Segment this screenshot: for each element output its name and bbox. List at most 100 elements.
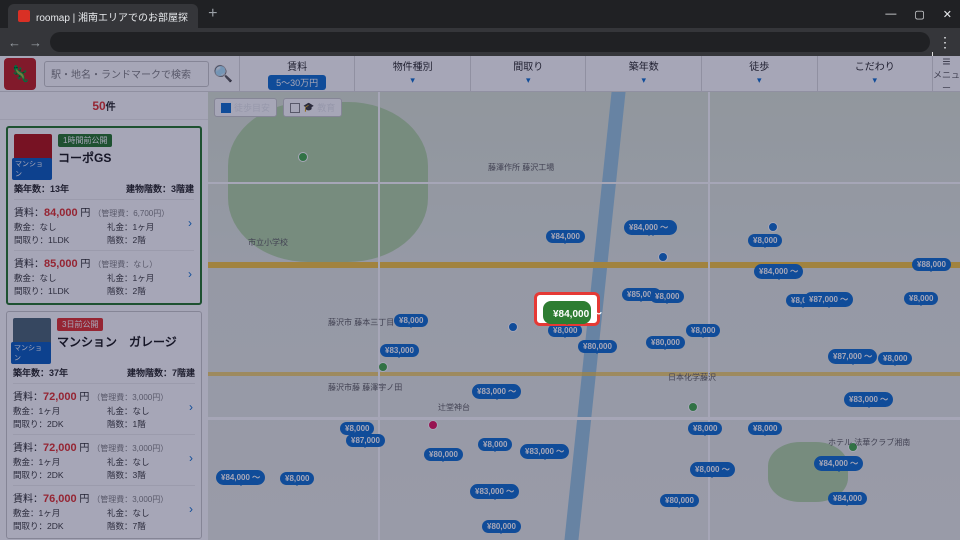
price-pin[interactable]: ¥83,000 ～ (520, 444, 569, 459)
price-pin[interactable]: ¥80,000 (578, 340, 617, 353)
unit-row[interactable]: 賃料：72,000 円 （管理費：3,000円）敷金：1ヶ月礼金：なし間取り：2… (13, 383, 195, 430)
hamburger-icon: ≡ (933, 54, 960, 68)
price-pin[interactable]: ¥87,000 ～ (804, 292, 853, 307)
menu-label: メニュー (933, 70, 960, 93)
window-buttons: — ▢ ✕ (885, 8, 952, 21)
filter-5[interactable]: こだわり▾ (817, 56, 933, 92)
price-pin[interactable]: ¥8,000 (904, 292, 938, 305)
poi-icon[interactable] (768, 222, 778, 232)
walk-toggle[interactable]: 徒歩目安 (214, 98, 277, 117)
filter-3[interactable]: 築年数▾ (585, 56, 701, 92)
unit-row[interactable]: 賃料：76,000 円 （管理費：3,000円）敷金：1ヶ月礼金：なし間取り：2… (13, 485, 195, 532)
poi-icon[interactable] (428, 420, 438, 430)
price-pin[interactable]: ¥8,000 (686, 324, 720, 337)
thumbnail: マンション (13, 318, 51, 356)
back-button[interactable]: ← (8, 35, 21, 50)
price-pin[interactable]: ¥83,000 ～ (472, 384, 521, 399)
price-pin[interactable]: ¥8,000 (748, 422, 782, 435)
results-sidebar[interactable]: 50件 マンション1時間前公開コーポGS築年数：13年建物階数：3階建賃料：84… (0, 92, 208, 540)
browser-tab[interactable]: roomap | 湘南エリアでのお部屋探 (8, 4, 198, 28)
unit-row[interactable]: 賃料：85,000 円 （管理費：なし）敷金：なし礼金：1ヶ月間取り：1LDK階… (14, 250, 194, 297)
new-tab-button[interactable]: + (208, 5, 217, 23)
chevron-right-icon[interactable]: › (188, 216, 192, 230)
price-pin[interactable]: ¥87,000 ～ (828, 349, 877, 364)
close-button[interactable]: ✕ (943, 8, 952, 21)
map-label: ホテル 法華クラブ湘南 (828, 437, 910, 448)
price-pin[interactable]: ¥84,000 ～ (754, 264, 803, 279)
poi-icon[interactable] (508, 322, 518, 332)
thumbnail: マンション (14, 134, 52, 172)
price-pin[interactable]: ¥80,000 (482, 520, 521, 533)
filter-4[interactable]: 徒歩▾ (701, 56, 817, 92)
price-pin[interactable]: ¥8,000 (280, 472, 314, 485)
type-badge: マンション (12, 158, 52, 180)
search-icon[interactable]: 🔍 (213, 64, 233, 84)
price-pin[interactable]: ¥83,000 ～ (470, 484, 519, 499)
price-pin[interactable]: ¥8,000 (748, 234, 782, 247)
filter-0[interactable]: 賃料5～30万円 (239, 56, 355, 92)
browser-menu-button[interactable]: ⋮ (938, 34, 952, 51)
price-pin[interactable]: ¥87,000 (346, 434, 385, 447)
price-pin[interactable]: ¥8,000 (878, 352, 912, 365)
selected-pin-highlight: ¥84,000 ～ (534, 292, 600, 326)
result-count: 50件 (0, 92, 208, 120)
filter-2[interactable]: 間取り▾ (470, 56, 586, 92)
mgmt-fee: （管理費：3,000円） (92, 495, 168, 504)
checkbox-icon (221, 103, 231, 113)
forward-button[interactable]: → (29, 35, 42, 50)
price-pin[interactable]: ¥83,000 (380, 344, 419, 357)
edu-toggle[interactable]: 🎓教育 (283, 98, 342, 117)
menu-button[interactable]: ≡ メニュー (932, 52, 960, 96)
chevron-right-icon[interactable]: › (189, 451, 193, 465)
price-pin[interactable]: ¥84,000 ～ (624, 220, 673, 235)
app-logo[interactable]: 🦎 (4, 58, 36, 90)
price-pin[interactable]: ¥84,000 (546, 230, 585, 243)
favicon (18, 10, 30, 22)
minimize-button[interactable]: — (885, 8, 896, 21)
map[interactable]: 徒歩目安 🎓教育 市立小学校 藤澤作所 藤沢工場 カワゴン藤沢店 藤沢市 藤本三… (208, 92, 960, 540)
property-name: マンション ガレージ (57, 333, 177, 350)
search-input[interactable]: 駅・地名・ランドマークで検索 (44, 61, 209, 87)
price-pin[interactable]: ¥8,000 (478, 438, 512, 451)
mgmt-fee: （管理費：3,000円） (92, 393, 168, 402)
chevron-right-icon[interactable]: › (189, 400, 193, 414)
price-pin[interactable]: ¥80,000 (424, 448, 463, 461)
filter-1[interactable]: 物件種別▾ (354, 56, 470, 92)
unit-row[interactable]: 賃料：72,000 円 （管理費：3,000円）敷金：1ヶ月礼金：なし間取り：2… (13, 434, 195, 481)
poi-icon[interactable] (688, 402, 698, 412)
address-bar[interactable] (50, 32, 930, 52)
app-topbar: 🦎 駅・地名・ランドマークで検索 🔍 賃料5～30万円物件種別▾間取り▾築年数▾… (0, 56, 960, 92)
listing-card[interactable]: マンション3日前公開マンション ガレージ築年数：37年建物階数：7階建賃料：72… (6, 311, 202, 539)
chevron-right-icon[interactable]: › (189, 502, 193, 516)
poi-icon[interactable] (658, 252, 668, 262)
poi-icon[interactable] (298, 152, 308, 162)
price-pin[interactable]: ¥8,000 (688, 422, 722, 435)
map-label: 市立小学校 (248, 237, 288, 248)
chevron-right-icon[interactable]: › (188, 267, 192, 281)
app: 🦎 駅・地名・ランドマークで検索 🔍 賃料5～30万円物件種別▾間取り▾築年数▾… (0, 56, 960, 540)
price-pin[interactable]: ¥84,000 ～ (216, 470, 265, 485)
poi-icon[interactable] (378, 362, 388, 372)
listing-card[interactable]: マンション1時間前公開コーポGS築年数：13年建物階数：3階建賃料：84,000… (6, 126, 202, 305)
price-pin[interactable]: ¥8,000 (394, 314, 428, 327)
type-badge: マンション (11, 342, 51, 364)
price-pin-selected[interactable]: ¥84,000 ～ (543, 301, 591, 324)
new-badge: 1時間前公開 (58, 134, 112, 147)
price-pin[interactable]: ¥80,000 (660, 494, 699, 507)
price-pin[interactable]: ¥80,000 (646, 336, 685, 349)
map-controls: 徒歩目安 🎓教育 (214, 98, 342, 117)
map-highway (208, 262, 960, 268)
map-label: 藤沢市 藤本三丁目 (328, 317, 394, 328)
property-name: コーポGS (58, 149, 112, 166)
search-placeholder: 駅・地名・ランドマークで検索 (51, 66, 191, 81)
price-pin[interactable]: ¥8,000 ～ (690, 462, 735, 477)
price-pin[interactable]: ¥8,000 (650, 290, 684, 303)
price-pin[interactable]: ¥84,000 ～ (814, 456, 863, 471)
price: 84,000 (44, 207, 78, 219)
price-pin[interactable]: ¥88,000 (912, 258, 951, 271)
price-pin[interactable]: ¥84,000 (828, 492, 867, 505)
checkbox-icon (290, 103, 300, 113)
maximize-button[interactable]: ▢ (914, 8, 924, 21)
price-pin[interactable]: ¥83,000 ～ (844, 392, 893, 407)
unit-row[interactable]: 賃料：84,000 円 （管理費：6,700円）敷金：なし礼金：1ヶ月間取り：1… (14, 199, 194, 246)
